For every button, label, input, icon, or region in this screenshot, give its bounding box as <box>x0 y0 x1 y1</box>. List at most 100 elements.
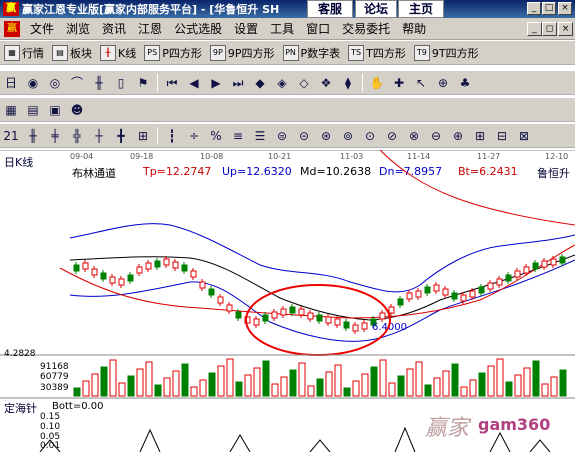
last-icon[interactable]: ⏭ <box>229 74 247 92</box>
9t-square-button[interactable]: T9 9T四方形 <box>410 44 483 61</box>
tab-luntan[interactable]: 论坛 <box>355 0 397 18</box>
p-square-button[interactable]: PS P四方形 <box>140 44 206 61</box>
watermark-hanzi: 赢家 <box>425 416 470 441</box>
menu-help[interactable]: 帮助 <box>396 20 432 37</box>
fork4-icon[interactable]: ┼ <box>90 127 108 145</box>
fib2-icon[interactable]: ☰ <box>251 127 269 145</box>
first-icon[interactable]: ⏮ <box>163 74 181 92</box>
menu-info[interactable]: 资讯 <box>96 20 132 37</box>
title-bar: 赢 赢家江恩专业版[赢家内部服务平台] - [华鲁恒升 SH <box>0 0 575 18</box>
volume-bar <box>442 370 450 397</box>
candle-body <box>424 286 431 294</box>
menu-formula[interactable]: 公式选股 <box>168 20 228 37</box>
calendar-icon[interactable]: 日 <box>2 74 20 92</box>
volume-bar <box>361 373 369 397</box>
calculator-icon[interactable]: ▤ <box>24 101 42 119</box>
minimize-icon[interactable]: _ <box>527 2 541 15</box>
people-icon[interactable]: ☻ <box>68 101 86 119</box>
menu-browse[interactable]: 浏览 <box>60 20 96 37</box>
calendar-21-icon[interactable]: 21 <box>2 127 20 145</box>
fib-icon[interactable]: ≡ <box>229 127 247 145</box>
maximize-icon[interactable]: □ <box>542 2 556 15</box>
divide-icon[interactable]: ÷ <box>185 127 203 145</box>
fork2-icon[interactable]: ╪ <box>46 127 64 145</box>
fib13-icon[interactable]: ⊟ <box>493 127 511 145</box>
crosshair-icon[interactable]: ✚ <box>390 74 408 92</box>
fib14-icon[interactable]: ⊠ <box>515 127 533 145</box>
chart-icon[interactable]: ◉ <box>24 74 42 92</box>
tree-icon[interactable]: ♣ <box>456 74 474 92</box>
fork5-icon[interactable]: ╋ <box>112 127 130 145</box>
ruler-icon[interactable]: ┇ <box>163 127 181 145</box>
candle-body <box>118 278 125 286</box>
fib7-icon[interactable]: ⊙ <box>361 127 379 145</box>
menu-settings[interactable]: 设置 <box>228 20 264 37</box>
mdi-minimize-icon[interactable]: _ <box>527 22 542 36</box>
fib9-icon[interactable]: ⊗ <box>405 127 423 145</box>
fib8-icon[interactable]: ⊘ <box>383 127 401 145</box>
tab-zhuye[interactable]: 主页 <box>398 0 444 18</box>
pointer-icon[interactable]: ↖ <box>412 74 430 92</box>
zoom-icon[interactable]: ⊕ <box>434 74 452 92</box>
chart-area[interactable]: 日K线 09-04 09-18 10-08 10-21 11-03 11-14 … <box>0 150 575 452</box>
quote-button[interactable]: ▦ 行情 <box>0 44 48 61</box>
mdi-close-icon[interactable]: × <box>558 22 573 36</box>
menu-tools[interactable]: 工具 <box>264 20 300 37</box>
menu-trade[interactable]: 交易委托 <box>336 20 396 37</box>
p-table-button[interactable]: PN P数字表 <box>279 44 345 61</box>
mdi-restore-icon[interactable]: ◻ <box>542 22 557 36</box>
table-icon[interactable]: ▦ <box>2 101 20 119</box>
menu-window[interactable]: 窗口 <box>300 20 336 37</box>
diamond-left-icon[interactable]: ◇ <box>295 74 313 92</box>
candle-body <box>559 256 566 264</box>
prev-icon[interactable]: ◀ <box>185 74 203 92</box>
menu-gann[interactable]: 江恩 <box>132 20 168 37</box>
volume-bar <box>118 382 126 397</box>
circle-tool-icon[interactable]: ◎ <box>46 74 64 92</box>
bar-tool-icon[interactable]: ╫ <box>90 74 108 92</box>
9p-square-button[interactable]: 9P 9P四方形 <box>206 44 279 61</box>
volume-bar <box>280 376 288 397</box>
fork6-icon[interactable]: ⊞ <box>134 127 152 145</box>
candle-body <box>550 258 557 266</box>
candle-body <box>217 296 224 304</box>
diamond-up-icon[interactable]: ◆ <box>251 74 269 92</box>
fib4-icon[interactable]: ⊝ <box>295 127 313 145</box>
hand-icon[interactable]: ✋ <box>368 74 386 92</box>
save-icon[interactable]: ▣ <box>46 101 64 119</box>
volume-bar <box>469 379 477 397</box>
volume-bar <box>262 360 270 397</box>
candle-body <box>343 321 350 329</box>
tab-kefu[interactable]: 客服 <box>307 0 353 18</box>
t-square-button[interactable]: TS T四方形 <box>344 44 410 61</box>
volume-bar <box>550 376 558 397</box>
fib10-icon[interactable]: ⊖ <box>427 127 445 145</box>
arc-tool-icon[interactable]: ⌒ <box>68 74 86 92</box>
candle-tool-icon[interactable]: ▯ <box>112 74 130 92</box>
blocks-button[interactable]: ▤ 板块 <box>48 44 96 61</box>
fib5-icon[interactable]: ⊛ <box>317 127 335 145</box>
fib6-icon[interactable]: ⊚ <box>339 127 357 145</box>
close-icon[interactable]: × <box>558 2 572 15</box>
fib11-icon[interactable]: ⊕ <box>449 127 467 145</box>
fib12-icon[interactable]: ⊞ <box>471 127 489 145</box>
fib3-icon[interactable]: ⊜ <box>273 127 291 145</box>
menu-file[interactable]: 文件 <box>24 20 60 37</box>
volume-bar <box>307 385 315 397</box>
percent-icon[interactable]: % <box>207 127 225 145</box>
flag-icon[interactable]: ⚑ <box>134 74 152 92</box>
candle-body <box>541 260 548 268</box>
diamond-right-icon[interactable]: ❖ <box>317 74 335 92</box>
kline-button[interactable]: ╫ K线 <box>96 44 140 61</box>
fork3-icon[interactable]: ╬ <box>68 127 86 145</box>
ma-line-upper <box>379 150 575 226</box>
diamond-down-icon[interactable]: ◈ <box>273 74 291 92</box>
volume-tick: 91168 <box>40 362 69 372</box>
step-icon[interactable]: ⧫ <box>339 74 357 92</box>
candle-body <box>226 304 233 312</box>
volume-bar <box>91 373 99 397</box>
volume-bar <box>343 387 351 397</box>
next-icon[interactable]: ▶ <box>207 74 225 92</box>
fork-icon[interactable]: ╫ <box>24 127 42 145</box>
candle-body <box>505 274 512 282</box>
